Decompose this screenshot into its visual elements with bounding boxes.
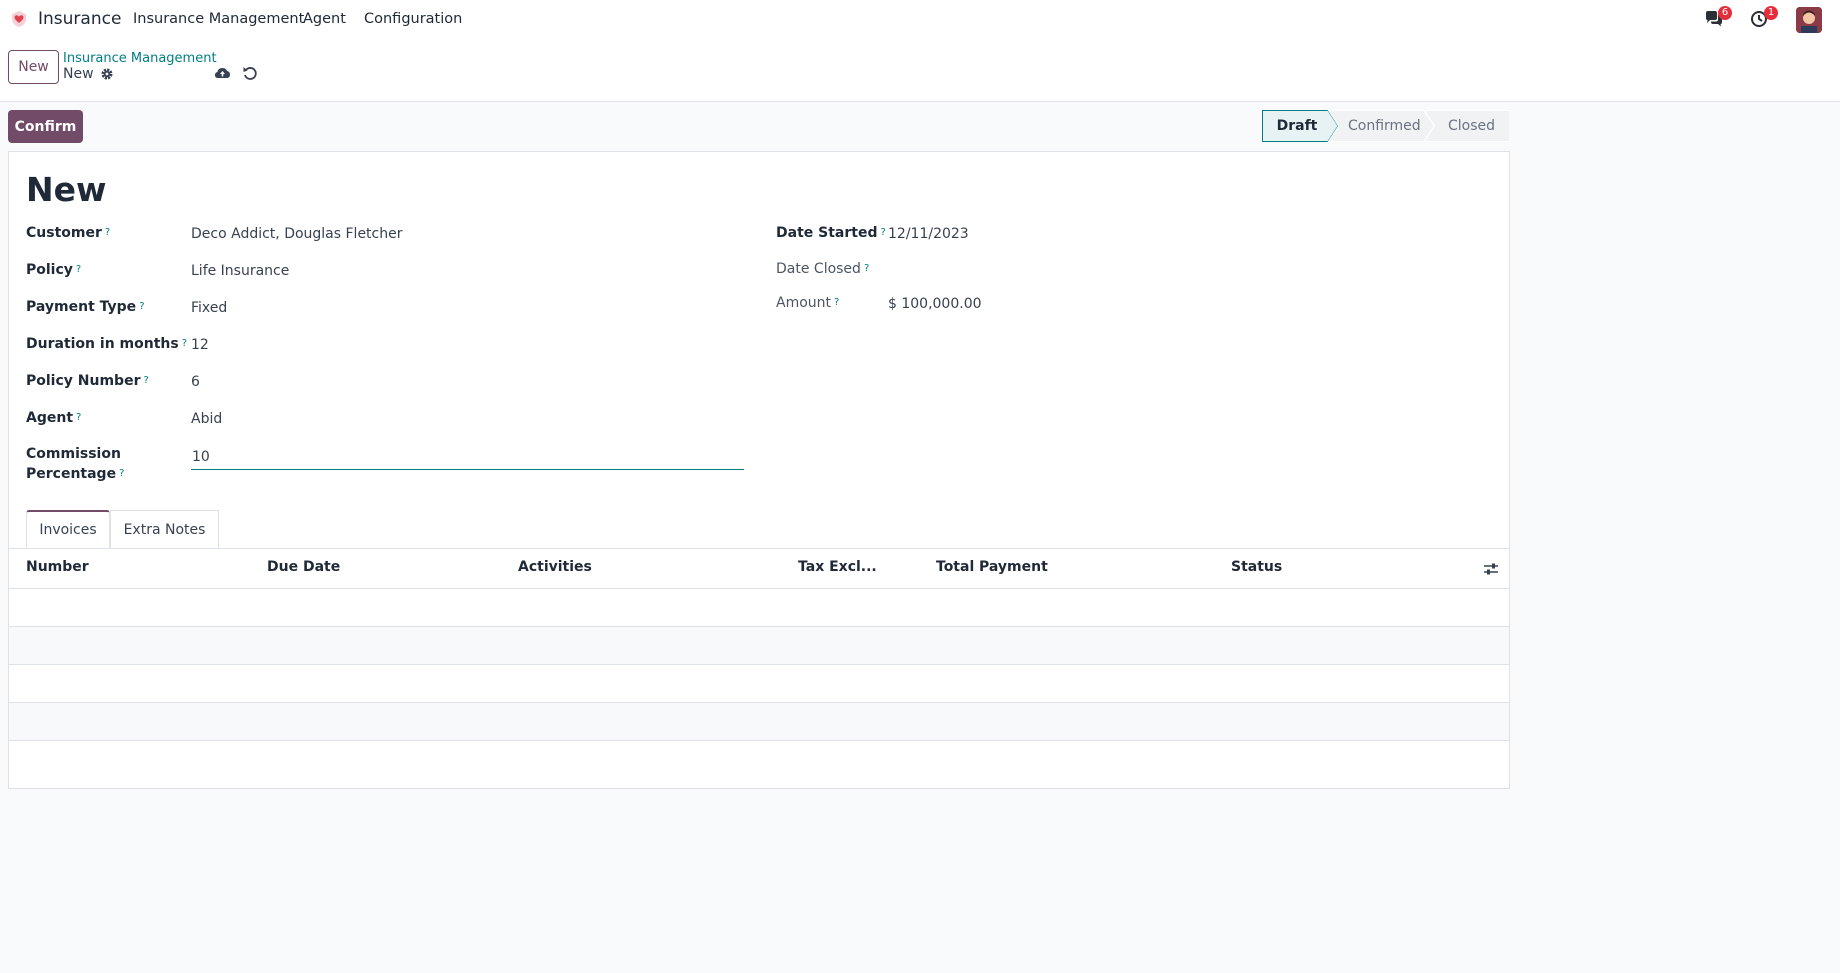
status-bar: Draft Confirmed Closed xyxy=(1262,110,1510,142)
menu-insurance-management[interactable]: Insurance Management xyxy=(133,11,304,27)
column-status[interactable]: Status xyxy=(1231,559,1282,575)
tabs-divider xyxy=(9,548,1509,549)
payment-type-field[interactable]: Fixed xyxy=(191,298,227,318)
duration-label-text: Duration in months xyxy=(26,336,179,352)
form-sheet: New Customer? Deco Addict, Douglas Fletc… xyxy=(8,151,1510,789)
help-icon[interactable]: ? xyxy=(76,412,81,423)
messages-count-badge: 6 xyxy=(1718,6,1732,20)
duration-label: Duration in months? xyxy=(26,334,187,354)
duration-field[interactable]: 12 xyxy=(191,335,209,355)
policy-number-label-text: Policy Number xyxy=(26,373,141,389)
column-number[interactable]: Number xyxy=(26,559,89,575)
column-activities[interactable]: Activities xyxy=(518,559,592,575)
commission-percentage-input[interactable] xyxy=(191,445,744,470)
help-icon[interactable]: ? xyxy=(182,338,187,349)
help-icon[interactable]: ? xyxy=(119,468,124,479)
stage-draft[interactable]: Draft xyxy=(1262,110,1332,142)
payment-type-label: Payment Type? xyxy=(26,297,145,317)
policy-label: Policy? xyxy=(26,260,81,280)
commission-label: Commission Percentage? xyxy=(26,444,124,484)
breadcrumb-current: New xyxy=(63,66,94,82)
confirm-button[interactable]: Confirm xyxy=(8,110,83,143)
user-avatar-image xyxy=(1796,7,1822,33)
commission-label-line2: Percentage xyxy=(26,466,117,482)
column-total[interactable]: Total xyxy=(936,559,974,575)
discard-undo-icon[interactable] xyxy=(242,65,258,81)
tab-extra-notes[interactable]: Extra Notes xyxy=(110,510,219,548)
policy-number-field[interactable]: 6 xyxy=(191,372,200,392)
tab-invoices[interactable]: Invoices xyxy=(26,510,110,548)
help-icon[interactable]: ? xyxy=(139,301,144,312)
table-row xyxy=(9,665,1509,703)
optional-columns-sliders-icon[interactable] xyxy=(1483,561,1499,577)
policy-number-label: Policy Number? xyxy=(26,371,149,391)
user-avatar[interactable] xyxy=(1796,7,1822,33)
control-panel: New Insurance Management New xyxy=(0,40,1840,102)
column-payment[interactable]: Payment xyxy=(979,559,1048,575)
help-icon[interactable]: ? xyxy=(864,263,869,274)
customer-label: Customer? xyxy=(26,223,110,243)
column-tax-excluded[interactable]: Tax Excl... xyxy=(798,559,877,575)
record-title: New xyxy=(26,170,107,209)
help-icon[interactable]: ? xyxy=(105,227,110,238)
policy-field[interactable]: Life Insurance xyxy=(191,261,289,281)
date-started-label: Date Started? xyxy=(776,223,886,243)
breadcrumb-parent-link[interactable]: Insurance Management xyxy=(63,51,217,66)
insurance-app-logo-icon[interactable] xyxy=(10,10,28,28)
agent-label-text: Agent xyxy=(26,410,74,426)
column-due-date[interactable]: Due Date xyxy=(267,559,340,575)
table-row xyxy=(9,627,1509,665)
commission-label-line1: Commission xyxy=(26,446,121,462)
date-closed-label-text: Date Closed xyxy=(776,261,861,277)
help-icon[interactable]: ? xyxy=(834,297,839,308)
menu-agent[interactable]: Agent xyxy=(303,11,346,27)
table-row xyxy=(9,703,1509,741)
activities-button[interactable]: 1 xyxy=(1750,6,1778,30)
customer-field[interactable]: Deco Addict, Douglas Fletcher xyxy=(191,224,403,244)
messages-button[interactable]: 6 xyxy=(1704,6,1732,30)
agent-label: Agent? xyxy=(26,408,81,428)
amount-label-text: Amount xyxy=(776,295,832,311)
date-closed-label: Date Closed? xyxy=(776,259,869,279)
help-icon[interactable]: ? xyxy=(880,227,885,238)
stage-closed[interactable]: Closed xyxy=(1448,110,1495,142)
cloud-upload-icon[interactable] xyxy=(214,65,231,81)
customer-label-text: Customer xyxy=(26,225,102,241)
menu-configuration[interactable]: Configuration xyxy=(364,11,462,27)
help-icon[interactable]: ? xyxy=(143,375,148,386)
payment-type-label-text: Payment Type xyxy=(26,299,137,315)
new-button[interactable]: New xyxy=(8,50,59,84)
top-navbar: Insurance Insurance Management Agent Con… xyxy=(0,0,1840,40)
table-row xyxy=(9,589,1509,627)
stage-confirmed[interactable]: Confirmed xyxy=(1348,110,1421,142)
amount-label: Amount? xyxy=(776,293,839,313)
app-name[interactable]: Insurance xyxy=(38,9,121,29)
help-icon[interactable]: ? xyxy=(76,264,81,275)
date-started-label-text: Date Started xyxy=(776,225,878,241)
date-started-field[interactable]: 12/11/2023 xyxy=(888,224,969,244)
agent-field[interactable]: Abid xyxy=(191,409,222,429)
amount-field[interactable]: $ 100,000.00 xyxy=(888,294,982,314)
gear-icon[interactable] xyxy=(100,67,114,81)
activities-count-badge: 1 xyxy=(1764,6,1778,20)
policy-label-text: Policy xyxy=(26,262,73,278)
